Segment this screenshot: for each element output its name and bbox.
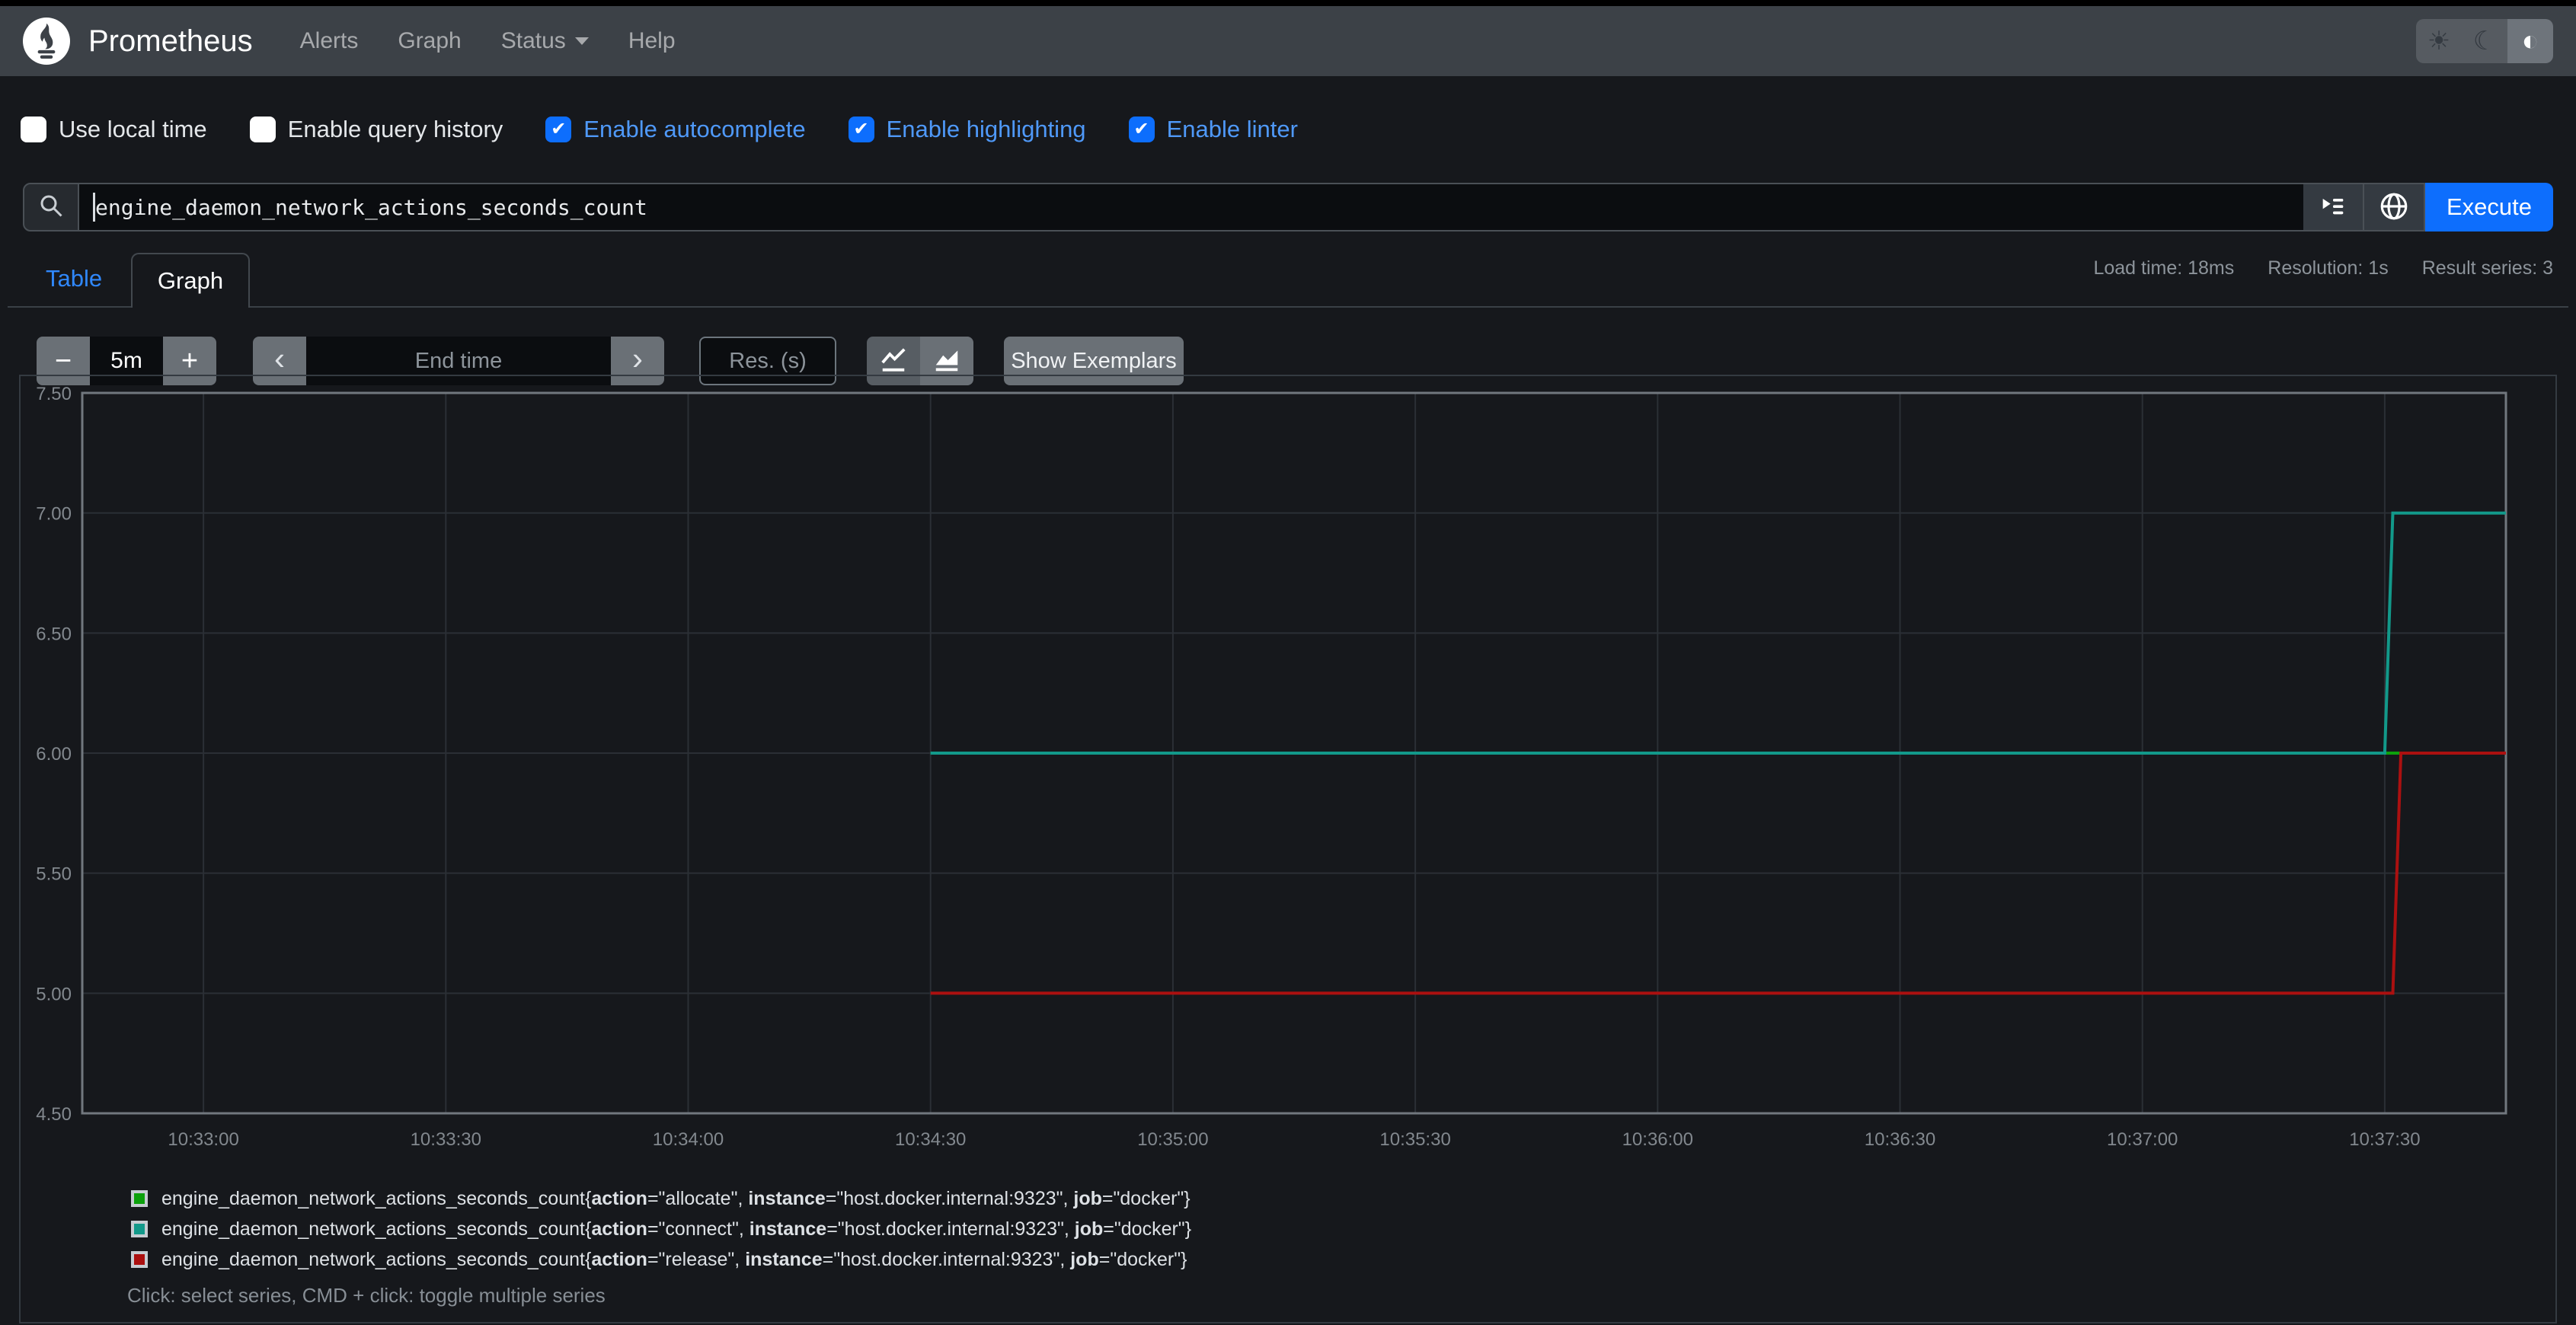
svg-text:10:35:30: 10:35:30 xyxy=(1379,1129,1450,1150)
query-expression: engine_daemon_network_actions_seconds_co… xyxy=(95,194,647,220)
checkbox-enable-linter[interactable]: ✔ Enable linter xyxy=(1128,116,1298,143)
nav-link-graph[interactable]: Graph xyxy=(398,28,461,54)
graph-container: 4.50 5.00 5.50 6.00 6.50 7.00 7.50 10:33:00 10:3… xyxy=(19,375,2557,1323)
series-selector: engine_daemon_network_actions_seconds_co… xyxy=(161,1187,1191,1209)
legend-row[interactable]: engine_daemon_network_actions_seconds_co… xyxy=(131,1214,1191,1244)
options-row: ✔ Use local time ✔ Enable query history … xyxy=(21,97,1341,161)
auto-theme-button[interactable]: ◐ xyxy=(2507,19,2553,63)
check-icon: ✔ xyxy=(1133,119,1149,139)
sun-icon: ☀ xyxy=(2427,27,2451,56)
checkbox-label: Enable highlighting xyxy=(886,116,1086,142)
legend-hint: Click: select series, CMD + click: toggl… xyxy=(127,1284,606,1307)
checkbox-label: Enable linter xyxy=(1166,116,1298,142)
nav-link-help[interactable]: Help xyxy=(628,28,676,54)
svg-text:10:36:30: 10:36:30 xyxy=(1865,1129,1935,1150)
checkbox[interactable]: ✔ xyxy=(249,117,276,142)
svg-text:7.00: 7.00 xyxy=(36,504,72,525)
checkbox[interactable]: ✔ xyxy=(21,117,46,142)
query-tree-icon xyxy=(2318,191,2348,224)
prometheus-brand[interactable]: Prometheus xyxy=(23,18,253,65)
query-input[interactable]: engine_daemon_network_actions_seconds_co… xyxy=(79,183,2303,231)
caret-down-icon xyxy=(574,37,589,45)
prometheus-logo-icon xyxy=(23,18,70,65)
svg-text:5.50: 5.50 xyxy=(36,864,72,885)
chart-canvas[interactable]: 4.50 5.00 5.50 6.00 6.50 7.00 7.50 10:33:00 10:3… xyxy=(21,376,2558,1168)
check-icon: ✔ xyxy=(853,119,869,139)
nav-link-alerts[interactable]: Alerts xyxy=(300,28,359,54)
svg-text:10:35:00: 10:35:00 xyxy=(1137,1129,1208,1150)
light-theme-button[interactable]: ☀ xyxy=(2416,19,2462,63)
svg-text:10:37:30: 10:37:30 xyxy=(2349,1129,2420,1150)
checkbox-use-local-time[interactable]: ✔ Use local time xyxy=(21,116,207,143)
query-bar: engine_daemon_network_actions_seconds_co… xyxy=(23,183,2553,231)
query-tree-button[interactable] xyxy=(2303,183,2364,231)
brand-name: Prometheus xyxy=(88,24,253,58)
series-color-swatch xyxy=(131,1251,148,1268)
stacked-chart-icon xyxy=(932,346,961,377)
svg-text:10:36:00: 10:36:00 xyxy=(1622,1129,1693,1150)
check-icon: ✔ xyxy=(551,119,567,139)
tab-graph[interactable]: Graph xyxy=(131,253,250,308)
tabs-row: Table Graph xyxy=(8,251,2568,308)
legend-row[interactable]: engine_daemon_network_actions_seconds_co… xyxy=(131,1183,1191,1214)
search-icon-box xyxy=(23,183,79,231)
tab-table[interactable]: Table xyxy=(46,265,102,292)
svg-text:10:33:00: 10:33:00 xyxy=(168,1129,238,1150)
search-icon xyxy=(37,192,65,223)
theme-toggle-group: ☀ ☾ ◐ xyxy=(2416,19,2553,63)
legend-row[interactable]: engine_daemon_network_actions_seconds_co… xyxy=(131,1244,1191,1275)
nav-link-status[interactable]: Status xyxy=(501,28,589,54)
checkbox-enable-highlighting[interactable]: ✔ Enable highlighting xyxy=(848,116,1086,143)
checkbox-label: Use local time xyxy=(59,116,207,142)
checkbox[interactable]: ✔ xyxy=(848,117,874,142)
svg-text:10:37:00: 10:37:00 xyxy=(2107,1129,2178,1150)
svg-text:7.50: 7.50 xyxy=(36,384,72,404)
dark-theme-button[interactable]: ☾ xyxy=(2462,19,2507,63)
checkbox-enable-autocomplete[interactable]: ✔ Enable autocomplete xyxy=(545,116,806,143)
nav-links: Alerts Graph Status Help xyxy=(280,28,695,54)
series-color-swatch xyxy=(131,1221,148,1237)
metrics-explorer-button[interactable] xyxy=(2364,183,2425,231)
checkbox-label: Enable query history xyxy=(287,116,503,142)
series-selector: engine_daemon_network_actions_seconds_co… xyxy=(161,1218,1192,1240)
globe-icon xyxy=(2378,190,2410,225)
series-color-swatch xyxy=(131,1190,148,1207)
checkbox[interactable]: ✔ xyxy=(545,117,572,142)
series-selector: engine_daemon_network_actions_seconds_co… xyxy=(161,1248,1187,1270)
checkbox[interactable]: ✔ xyxy=(1128,117,1155,142)
moon-icon: ☾ xyxy=(2472,27,2497,56)
checkbox-enable-query-history[interactable]: ✔ Enable query history xyxy=(249,116,503,143)
svg-text:6.50: 6.50 xyxy=(36,624,72,644)
svg-text:10:34:00: 10:34:00 xyxy=(653,1129,724,1150)
contrast-icon: ◐ xyxy=(2521,24,2539,57)
checkbox-label: Enable autocomplete xyxy=(583,116,806,142)
navbar: Prometheus Alerts Graph Status Help ☀ ☾ … xyxy=(0,6,2576,76)
panel-top-border xyxy=(8,306,2568,308)
execute-button[interactable]: Execute xyxy=(2425,183,2553,231)
svg-text:5.00: 5.00 xyxy=(36,984,72,1004)
svg-text:6.00: 6.00 xyxy=(36,744,72,765)
line-chart-icon xyxy=(879,346,908,377)
svg-text:10:34:30: 10:34:30 xyxy=(895,1129,966,1150)
window-top-edge xyxy=(0,0,2576,6)
svg-text:10:33:30: 10:33:30 xyxy=(411,1129,481,1150)
svg-text:4.50: 4.50 xyxy=(36,1104,72,1125)
legend: engine_daemon_network_actions_seconds_co… xyxy=(131,1183,1191,1275)
